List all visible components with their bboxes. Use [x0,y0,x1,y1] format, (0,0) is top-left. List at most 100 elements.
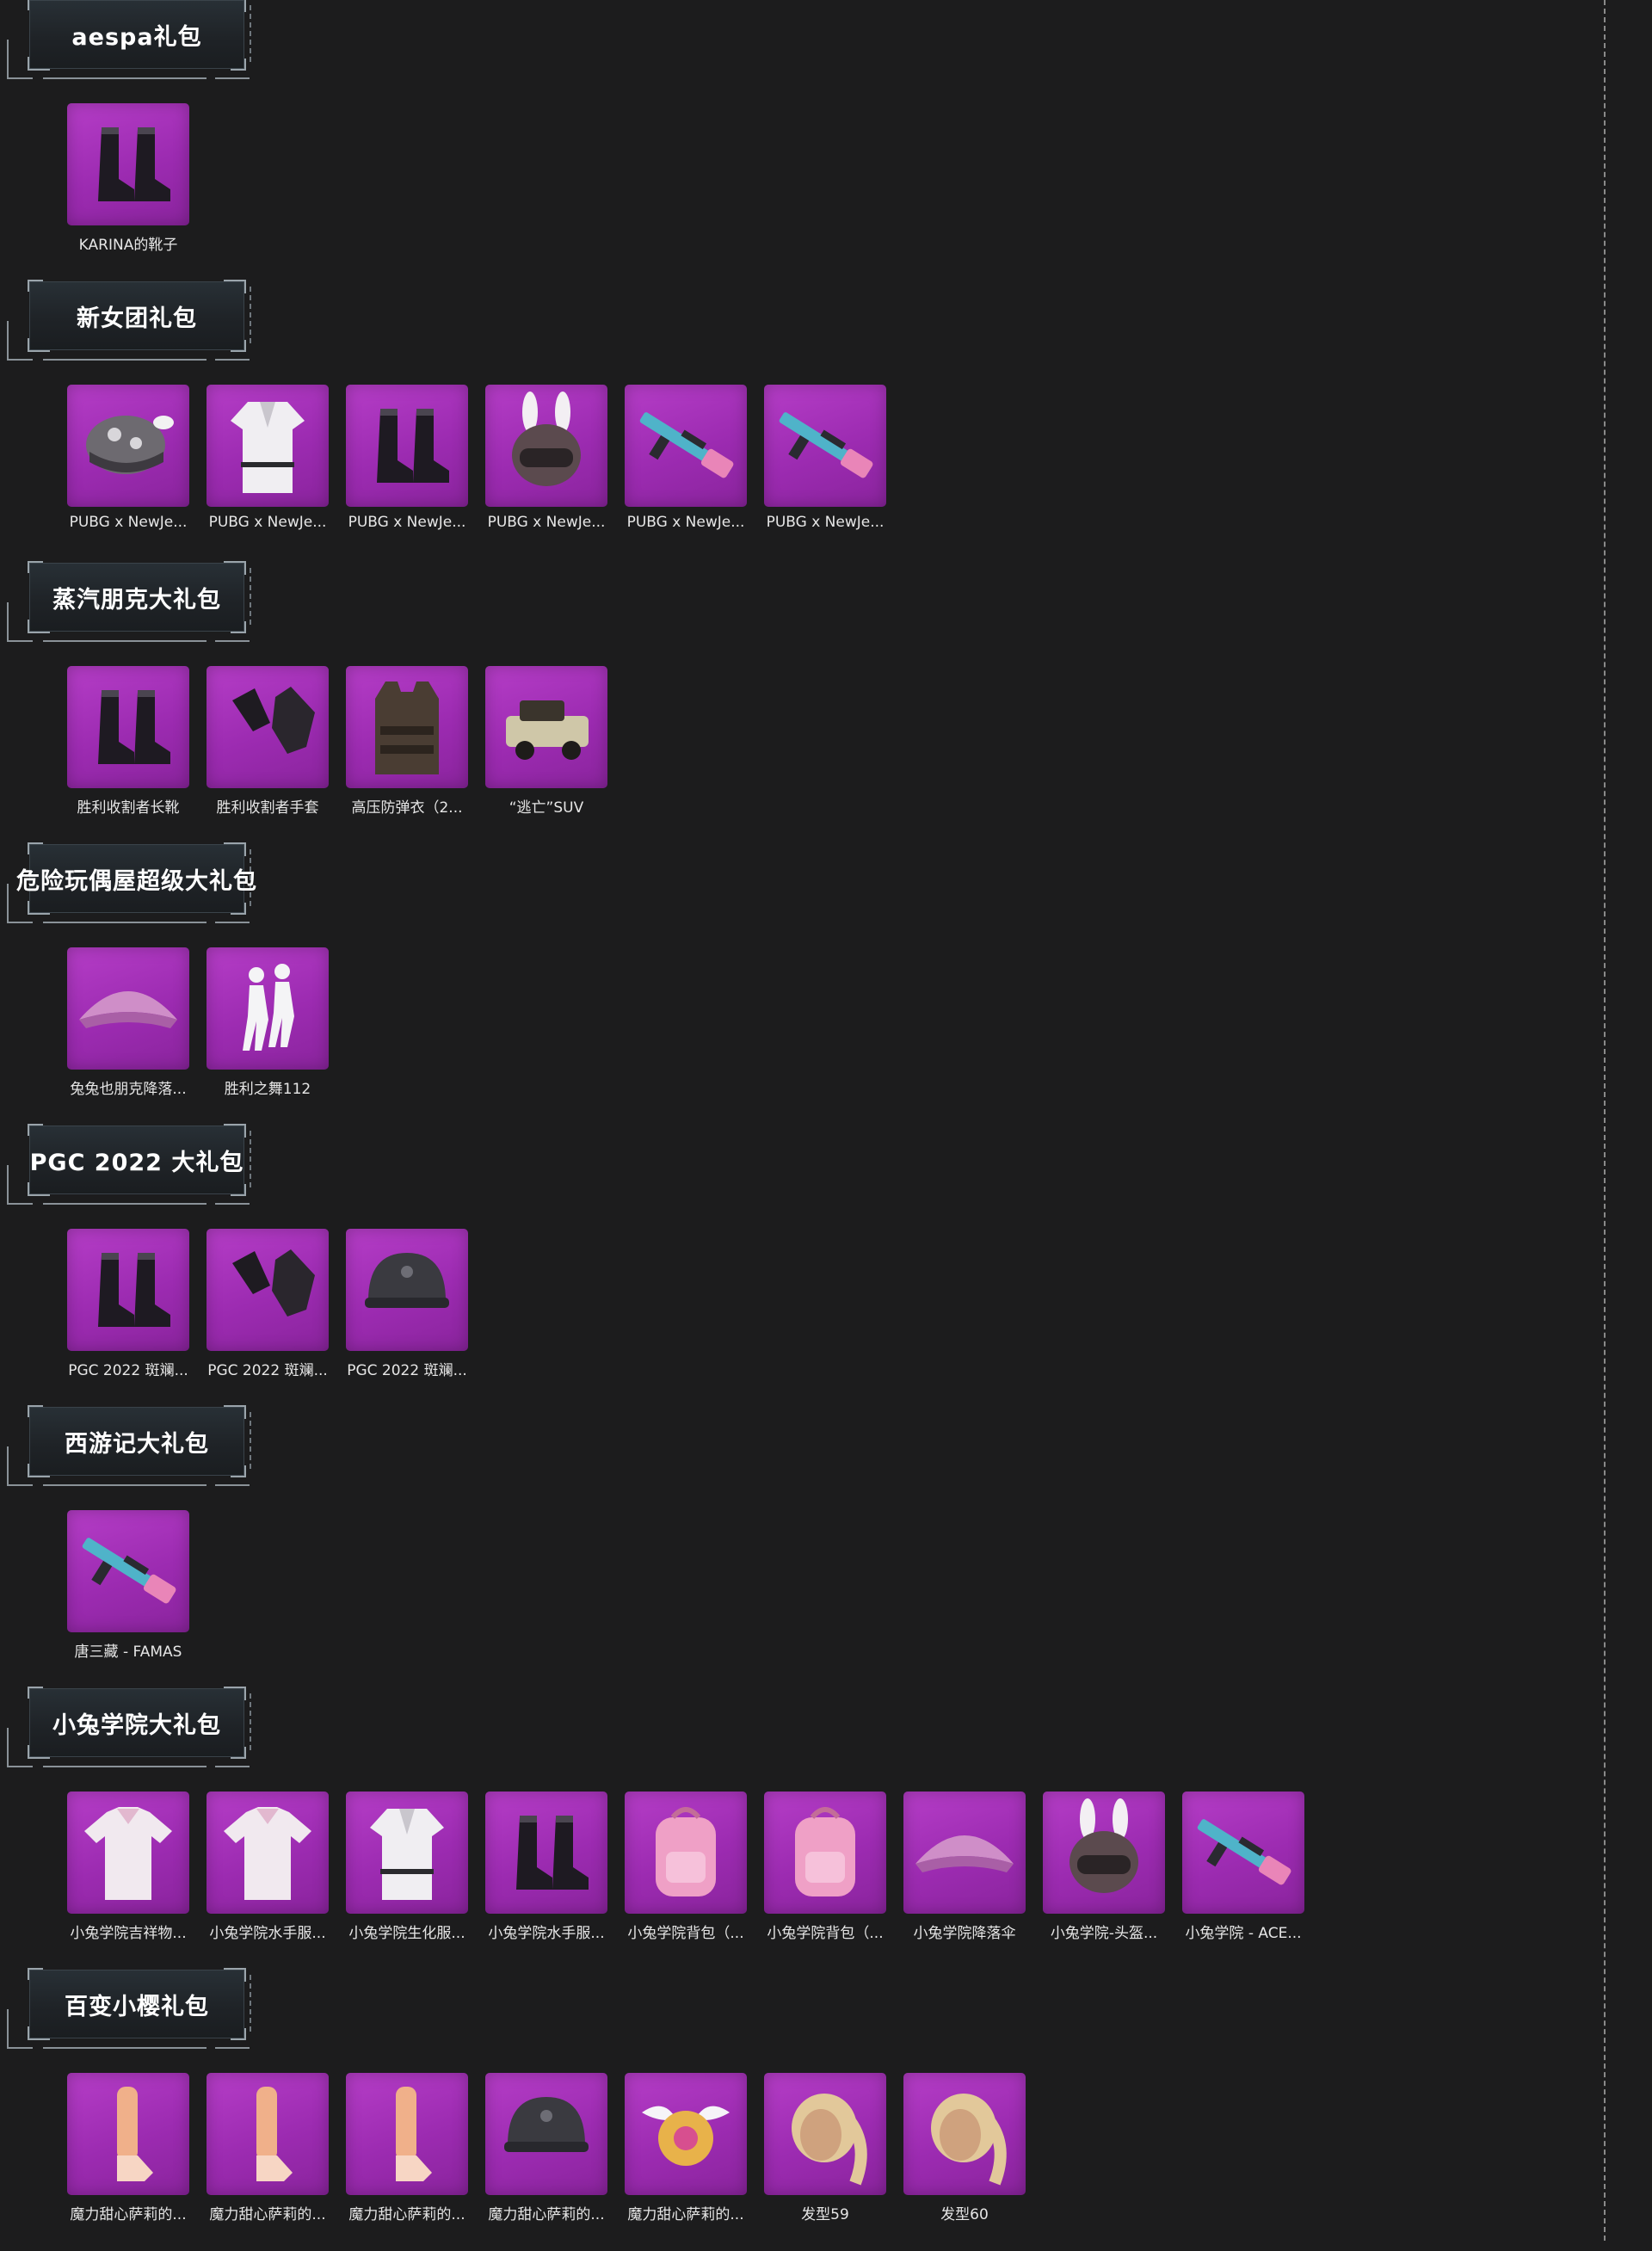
item-label: PGC 2022 斑斓... [68,1362,188,1378]
gift-pack-section: 危险玩偶屋超级大礼包兔兔也朋克降落... 胜利之舞112 [0,842,1652,1126]
item-thumbnail[interactable] [67,947,189,1070]
tree-connector-line [215,2047,250,2049]
tree-connector-line [43,1203,206,1205]
item-thumbnail[interactable] [903,1792,1026,1914]
item-thumbnail[interactable] [206,1229,329,1351]
item-label: 唐三藏 - FAMAS [74,1644,182,1660]
tree-connector-line [7,1766,33,1767]
header-dashed-edge [250,568,251,625]
tree-connector-line [7,321,9,359]
item-label: 小兔学院水手服... [488,1925,605,1941]
section-title: 蒸汽朋克大礼包 [52,586,221,614]
item-thumbnail[interactable] [67,1510,189,1632]
tree-connector-line [43,359,206,361]
item-label: 胜利收割者长靴 [77,799,180,816]
tree-connector-line [7,40,9,77]
tree-connector-line [7,2047,33,2049]
item-label: PUBG x NewJe... [487,514,606,531]
tree-connector-line [43,2047,206,2049]
section-header: 危险玩偶屋超级大礼包 [16,842,257,915]
tree-connector-line [7,640,33,642]
section-title: 西游记大礼包 [65,1430,209,1458]
item-thumbnail[interactable] [764,385,886,507]
header-dashed-edge [250,1975,251,2032]
item-label: 发型60 [940,2206,989,2223]
tree-connector-line [43,77,206,79]
header-dashed-edge [250,287,251,343]
item-label: 魔力甜心萨莉的... [348,2206,465,2223]
item-label: 小兔学院生化服... [348,1925,465,1941]
item-thumbnail[interactable] [206,385,329,507]
tree-connector-line [7,1484,33,1486]
item-thumbnail[interactable] [764,1792,886,1914]
tree-connector-line [7,602,9,640]
item-thumbnail[interactable] [485,666,607,788]
tree-connector-line [7,884,9,922]
item-label: PUBG x NewJe... [766,514,885,531]
item-thumbnail[interactable] [625,2073,747,2195]
tree-connector-line [215,1766,250,1767]
item-thumbnail[interactable] [764,2073,886,2195]
section-title: 危险玩偶屋超级大礼包 [16,867,257,895]
item-thumbnail[interactable] [67,1229,189,1351]
section-header: 蒸汽朋克大礼包 [28,561,251,633]
item-thumbnail[interactable] [1043,1792,1165,1914]
item-label: PUBG x NewJe... [348,514,466,531]
item-thumbnail[interactable] [485,1792,607,1914]
item-thumbnail[interactable] [625,1792,747,1914]
tree-connector-line [215,922,250,923]
gift-pack-section: 西游记大礼包唐三藏 - FAMAS [0,1405,1652,1688]
item-label: 小兔学院背包（... [767,1925,884,1941]
header-dashed-edge [250,1412,251,1469]
item-label: 魔力甜心萨莉的... [70,2206,187,2223]
item-thumbnail[interactable] [346,2073,468,2195]
tree-connector-line [7,2009,9,2047]
item-thumbnail[interactable] [67,1792,189,1914]
item-thumbnail[interactable] [1182,1792,1304,1914]
item-thumbnail[interactable] [67,666,189,788]
item-thumbnail[interactable] [346,1792,468,1914]
tree-connector-line [43,1484,206,1486]
item-label: 魔力甜心萨莉的... [209,2206,326,2223]
item-label: 魔力甜心萨莉的... [488,2206,605,2223]
section-title: aespa礼包 [71,23,202,51]
tree-connector-line [43,922,206,923]
item-thumbnail[interactable] [903,2073,1026,2195]
gift-pack-section: aespa礼包 KARINA的靴子 [0,0,1652,281]
header-dashed-edge [250,1131,251,1187]
item-thumbnail[interactable] [625,385,747,507]
item-label: 小兔学院降落伞 [913,1925,1016,1941]
tree-connector-line [43,1766,206,1767]
item-label: PUBG x NewJe... [69,514,188,531]
item-thumbnail[interactable] [206,1792,329,1914]
item-label: KARINA的靴子 [78,237,178,253]
item-label: 小兔学院-头盔... [1050,1925,1158,1941]
item-thumbnail[interactable] [67,385,189,507]
item-thumbnail[interactable] [346,385,468,507]
item-thumbnail[interactable] [67,2073,189,2195]
tree-connector-line [43,640,206,642]
item-thumbnail[interactable] [206,666,329,788]
item-thumbnail[interactable] [346,666,468,788]
tree-connector-line [215,1203,250,1205]
gift-pack-section: 小兔学院大礼包 小兔学院吉祥物... 小兔学院水手服... 小兔学院生化服... 小兔学… [0,1687,1652,1970]
item-thumbnail[interactable] [485,385,607,507]
tree-connector-line [7,922,33,923]
item-label: 小兔学院背包（... [627,1925,744,1941]
item-thumbnail[interactable] [206,947,329,1070]
item-thumbnail[interactable] [346,1229,468,1351]
section-title: 百变小樱礼包 [65,1993,209,2020]
item-thumbnail[interactable] [67,103,189,225]
item-label: 胜利之舞112 [224,1081,311,1097]
section-title: 新女团礼包 [77,305,197,332]
item-thumbnail[interactable] [485,2073,607,2195]
tree-connector-line [215,640,250,642]
item-label: PUBG x NewJe... [626,514,745,531]
tree-connector-line [215,77,250,79]
item-label: 小兔学院吉祥物... [70,1925,187,1941]
item-label: PUBG x NewJe... [208,514,327,531]
section-header: aespa礼包 [28,0,251,71]
tree-connector-line [7,1203,33,1205]
item-thumbnail[interactable] [206,2073,329,2195]
item-label: 兔兔也朋克降落... [70,1081,187,1097]
